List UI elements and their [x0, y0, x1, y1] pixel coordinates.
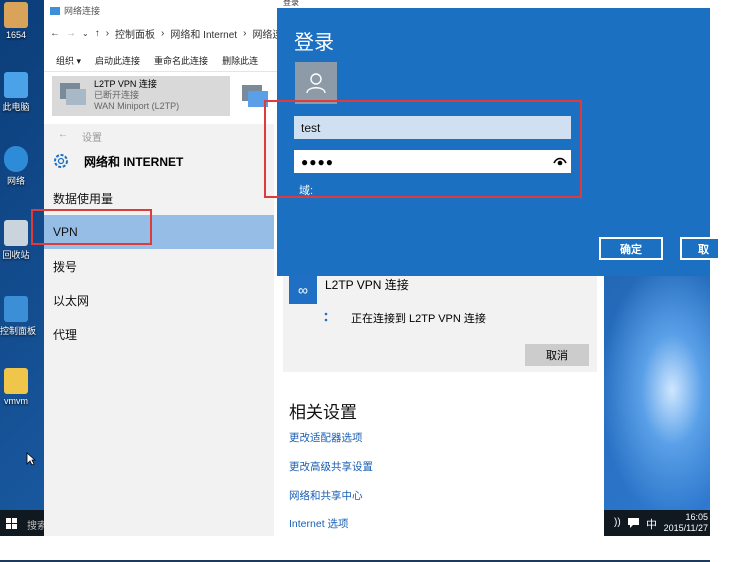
desktop-icon-folder[interactable]: vmvm: [0, 368, 32, 406]
nav-item-dial-up[interactable]: 拨号: [44, 249, 274, 283]
recent-chevron-icon[interactable]: ⌄: [82, 29, 89, 38]
delete-connection-button[interactable]: 删除此连: [222, 54, 258, 67]
vpn-icon: ∞: [289, 276, 317, 304]
computer-icon: [4, 72, 28, 98]
credentials-highlight-box: [264, 100, 582, 198]
network-icon: [4, 146, 28, 172]
connection-item[interactable]: L2TP VPN 连接 已断开连接 WAN Miniport (L2TP): [52, 76, 230, 116]
wallpaper-light: [600, 260, 710, 520]
desktop-icon-label: 1654: [5, 30, 27, 40]
user-folder-icon: [4, 2, 28, 28]
vpn-adapter-icon: [60, 83, 86, 105]
control-panel-icon: [4, 296, 28, 322]
explorer-toolbar: 组织 ▾ 启动此连接 重命名此连接 删除此连: [44, 50, 278, 72]
back-arrow-icon[interactable]: ←: [50, 28, 60, 39]
vpn-highlight-box: [31, 209, 152, 245]
ime-indicator[interactable]: 中: [646, 516, 657, 532]
start-connection-button[interactable]: 启动此连接: [95, 54, 140, 67]
cancel-button[interactable]: 取: [680, 237, 720, 260]
mouse-cursor-icon: [26, 452, 36, 466]
avatar: [295, 62, 337, 104]
clock-time: 16:05: [685, 512, 708, 522]
folder-icon: [4, 368, 28, 394]
window-title-text: 网络连接: [64, 6, 101, 16]
vpn-connection-row: ∞ L2TP VPN 连接: [289, 276, 409, 304]
action-center-icon[interactable]: [628, 518, 639, 528]
related-settings-title: 相关设置: [289, 403, 357, 422]
desktop-icon-user[interactable]: 1654: [0, 2, 32, 40]
user-icon: [306, 73, 326, 94]
gear-icon: [54, 154, 68, 168]
system-tray: )) 中 16:05 2015/11/27: [614, 510, 710, 536]
back-arrow-icon[interactable]: ←: [58, 129, 68, 144]
vpn-status-text: 正在连接到 L2TP VPN 连接: [351, 313, 486, 325]
desktop-icon-recycle-bin[interactable]: 回收站: [0, 220, 32, 261]
nav-item-ethernet[interactable]: 以太网: [44, 283, 274, 317]
loading-spinner-icon: [324, 312, 328, 322]
breadcrumb-sep-icon: ›: [243, 28, 247, 39]
desktop-icon-label: vmvm: [4, 396, 28, 406]
dialog-titlebar[interactable]: 登录: [277, 0, 710, 8]
up-arrow-icon[interactable]: ↑: [95, 28, 100, 39]
desktop-icon-label: 网络: [6, 176, 25, 186]
recycle-bin-icon: [4, 220, 28, 246]
cancel-connection-button[interactable]: 取消: [525, 344, 589, 366]
link-internet-options[interactable]: Internet 选项: [289, 516, 349, 531]
ok-button[interactable]: 确定: [599, 237, 663, 260]
breadcrumb-sep-icon: ›: [105, 28, 110, 39]
forward-arrow-icon[interactable]: →: [66, 28, 76, 39]
desktop-icon-label: 回收站: [2, 250, 30, 260]
organize-button[interactable]: 组织 ▾: [56, 54, 81, 67]
clock-date: 2015/11/27: [663, 523, 708, 533]
link-adapter-options[interactable]: 更改适配器选项: [289, 430, 363, 445]
connection-name: L2TP VPN 连接: [94, 79, 157, 89]
desktop-icon-network[interactable]: 网络: [0, 146, 32, 187]
volume-icon[interactable]: )): [614, 517, 621, 528]
desktop-icon-computer[interactable]: 此电脑: [0, 72, 32, 113]
settings-app-title: 设置: [82, 133, 102, 144]
windows-logo-icon: [5, 517, 17, 529]
vpn-connection-name: L2TP VPN 连接: [325, 278, 409, 292]
breadcrumb-item[interactable]: 网络和 Internet: [170, 26, 237, 41]
desktop-icon-label: 控制面板: [0, 326, 37, 336]
breadcrumb-sep-icon: ›: [161, 28, 165, 39]
nav-item-proxy[interactable]: 代理: [44, 317, 274, 351]
desktop-icon-control-panel[interactable]: 控制面板: [0, 296, 37, 337]
link-network-sharing-center[interactable]: 网络和共享中心: [289, 488, 363, 503]
vpn-status-row: 正在连接到 L2TP VPN 连接: [323, 310, 486, 326]
desktop-icon-label: 此电脑: [2, 102, 30, 112]
network-connections-window: 网络连接 ← → ⌄ ↑ › 控制面板 › 网络和 Internet › 网络连…: [44, 0, 282, 124]
settings-header: 网络和 INTERNET: [52, 152, 183, 170]
settings-topbar: ← 设置: [58, 129, 102, 144]
start-button[interactable]: [0, 510, 22, 536]
dialog-title: 登录: [294, 32, 334, 54]
connection-status: 已断开连接: [94, 90, 140, 100]
page-title: 网络和 INTERNET: [84, 154, 184, 169]
connection-device: WAN Miniport (L2TP): [94, 101, 180, 111]
window-title: 网络连接: [50, 4, 100, 17]
address-bar: ← → ⌄ ↑ › 控制面板 › 网络和 Internet › 网络连: [50, 26, 282, 41]
breadcrumb-item[interactable]: 控制面板: [115, 26, 155, 41]
link-advanced-sharing[interactable]: 更改高级共享设置: [289, 459, 373, 474]
network-folder-icon: [50, 6, 60, 15]
settings-sidebar: ← 设置 网络和 INTERNET 数据使用量 VPN 拨号 以太网 代理: [44, 124, 274, 536]
rename-connection-button[interactable]: 重命名此连接: [154, 54, 208, 67]
clock[interactable]: 16:05 2015/11/27: [664, 512, 708, 534]
